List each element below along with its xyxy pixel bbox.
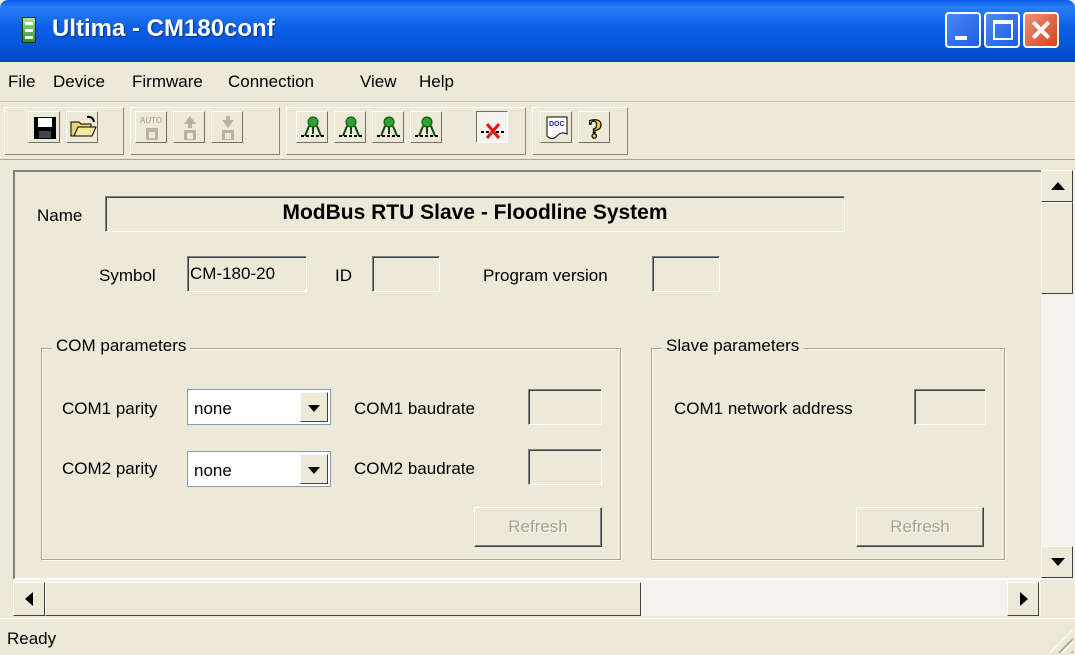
com1-baudrate-label: COM1 baudrate — [354, 399, 475, 418]
com-refresh-button[interactable]: Refresh — [474, 507, 602, 547]
save-icon — [34, 117, 56, 139]
menu-view[interactable]: View — [360, 72, 397, 92]
scroll-up-button[interactable] — [1041, 170, 1073, 202]
com1-network-address-label: COM1 network address — [674, 399, 853, 418]
menu-help[interactable]: Help — [419, 72, 454, 92]
symbol-field: CM-180-20 — [187, 256, 307, 292]
connect-com1-button[interactable] — [296, 111, 328, 143]
chevron-down-icon — [308, 405, 320, 412]
com1-parity-dropdown-button[interactable] — [300, 392, 328, 422]
connect3-icon — [377, 116, 401, 137]
id-label: ID — [335, 266, 352, 285]
arrow-up-icon — [1051, 182, 1065, 190]
doc-button[interactable]: DOC — [540, 111, 572, 143]
menu-firmware[interactable]: Firmware — [132, 72, 203, 92]
resize-grip-icon[interactable] — [1049, 629, 1073, 653]
title-bar[interactable]: Ultima - CM180conf — [0, 0, 1075, 62]
help-icon: ? — [587, 114, 602, 142]
name-field: ModBus RTU Slave - Floodline System — [105, 196, 845, 232]
com1-parity-label: COM1 parity — [62, 399, 158, 418]
connect-com3-button[interactable] — [372, 111, 404, 143]
arrow-right-icon — [1020, 592, 1028, 606]
close-button[interactable] — [1023, 12, 1059, 48]
program-version-label: Program version — [483, 266, 608, 285]
download-icon — [222, 116, 234, 140]
connect-com4-button[interactable] — [410, 111, 442, 143]
upload-icon — [184, 116, 196, 140]
auto-upload-icon: AUTO — [140, 116, 162, 140]
com1-network-address-field — [914, 389, 986, 425]
disconnect-button[interactable] — [476, 111, 508, 143]
scroll-left-button[interactable] — [13, 582, 45, 616]
com-parameters-title: COM parameters — [52, 336, 191, 356]
com2-parity-label: COM2 parity — [62, 459, 158, 478]
com2-parity-select[interactable]: none — [187, 451, 331, 487]
svg-text:?: ? — [588, 115, 602, 142]
toolbar-group-file — [4, 107, 124, 155]
menu-bar: File Device Firmware Connection View Hel… — [0, 62, 1075, 102]
menu-device[interactable]: Device — [53, 72, 105, 92]
program-version-field — [652, 256, 720, 292]
open-button[interactable] — [66, 111, 98, 143]
window-title: Ultima - CM180conf — [52, 15, 275, 42]
horizontal-scroll-thumb[interactable] — [45, 582, 641, 616]
disconnect-icon — [481, 123, 505, 139]
com2-parity-dropdown-button[interactable] — [300, 454, 328, 484]
svg-text:DOC: DOC — [549, 121, 565, 128]
connect2-icon — [339, 116, 363, 137]
chevron-down-icon — [308, 467, 320, 474]
arrow-left-icon — [25, 592, 33, 606]
status-bar: Ready — [0, 618, 1075, 655]
com1-parity-value: none — [194, 399, 232, 418]
name-label: Name — [37, 206, 83, 225]
download-firmware-button[interactable] — [211, 111, 243, 143]
connect4-icon — [415, 116, 439, 137]
com2-parity-value: none — [194, 461, 232, 480]
vertical-scroll-thumb[interactable] — [1041, 202, 1073, 294]
menu-file[interactable]: File — [8, 72, 35, 92]
upload-firmware-button[interactable] — [173, 111, 205, 143]
symbol-label: Symbol — [99, 266, 156, 285]
slave-refresh-button[interactable]: Refresh — [856, 507, 984, 547]
help-button[interactable]: ? — [578, 111, 610, 143]
menu-connection[interactable]: Connection — [228, 72, 314, 92]
horizontal-scrollbar[interactable] — [13, 580, 1041, 616]
com-parameters-group: COM parameters COM1 parity none COM1 bau… — [41, 336, 621, 560]
arrow-down-icon — [1051, 558, 1065, 566]
connect-com2-button[interactable] — [334, 111, 366, 143]
scroll-right-button[interactable] — [1007, 582, 1039, 616]
com2-baudrate-label: COM2 baudrate — [354, 459, 475, 478]
maximize-icon — [993, 20, 1013, 40]
minimize-button[interactable] — [945, 12, 981, 48]
save-button[interactable] — [28, 111, 60, 143]
auto-upload-button[interactable]: AUTO — [135, 111, 167, 143]
com1-baudrate-field — [528, 389, 602, 425]
svg-text:AUTO: AUTO — [140, 116, 162, 125]
id-field — [372, 256, 440, 292]
toolbar: AUTO DOC ? — [0, 103, 1075, 160]
open-folder-icon — [70, 115, 97, 137]
minimize-icon — [955, 36, 967, 40]
vertical-scrollbar[interactable] — [1041, 170, 1075, 580]
scrollbar-corner — [1041, 580, 1075, 616]
maximize-button[interactable] — [984, 12, 1020, 48]
app-icon[interactable] — [22, 17, 36, 43]
client-area: Name ModBus RTU Slave - Floodline System… — [13, 170, 1045, 580]
slave-parameters-title: Slave parameters — [662, 336, 804, 356]
com1-parity-select[interactable]: none — [187, 389, 331, 425]
status-text: Ready — [7, 629, 57, 648]
close-icon — [1025, 14, 1057, 46]
connect1-icon — [301, 116, 325, 137]
slave-parameters-group: Slave parameters COM1 network address Re… — [651, 336, 1005, 560]
com2-baudrate-field — [528, 449, 602, 485]
scroll-down-button[interactable] — [1041, 546, 1073, 578]
doc-icon: DOC — [546, 116, 568, 139]
